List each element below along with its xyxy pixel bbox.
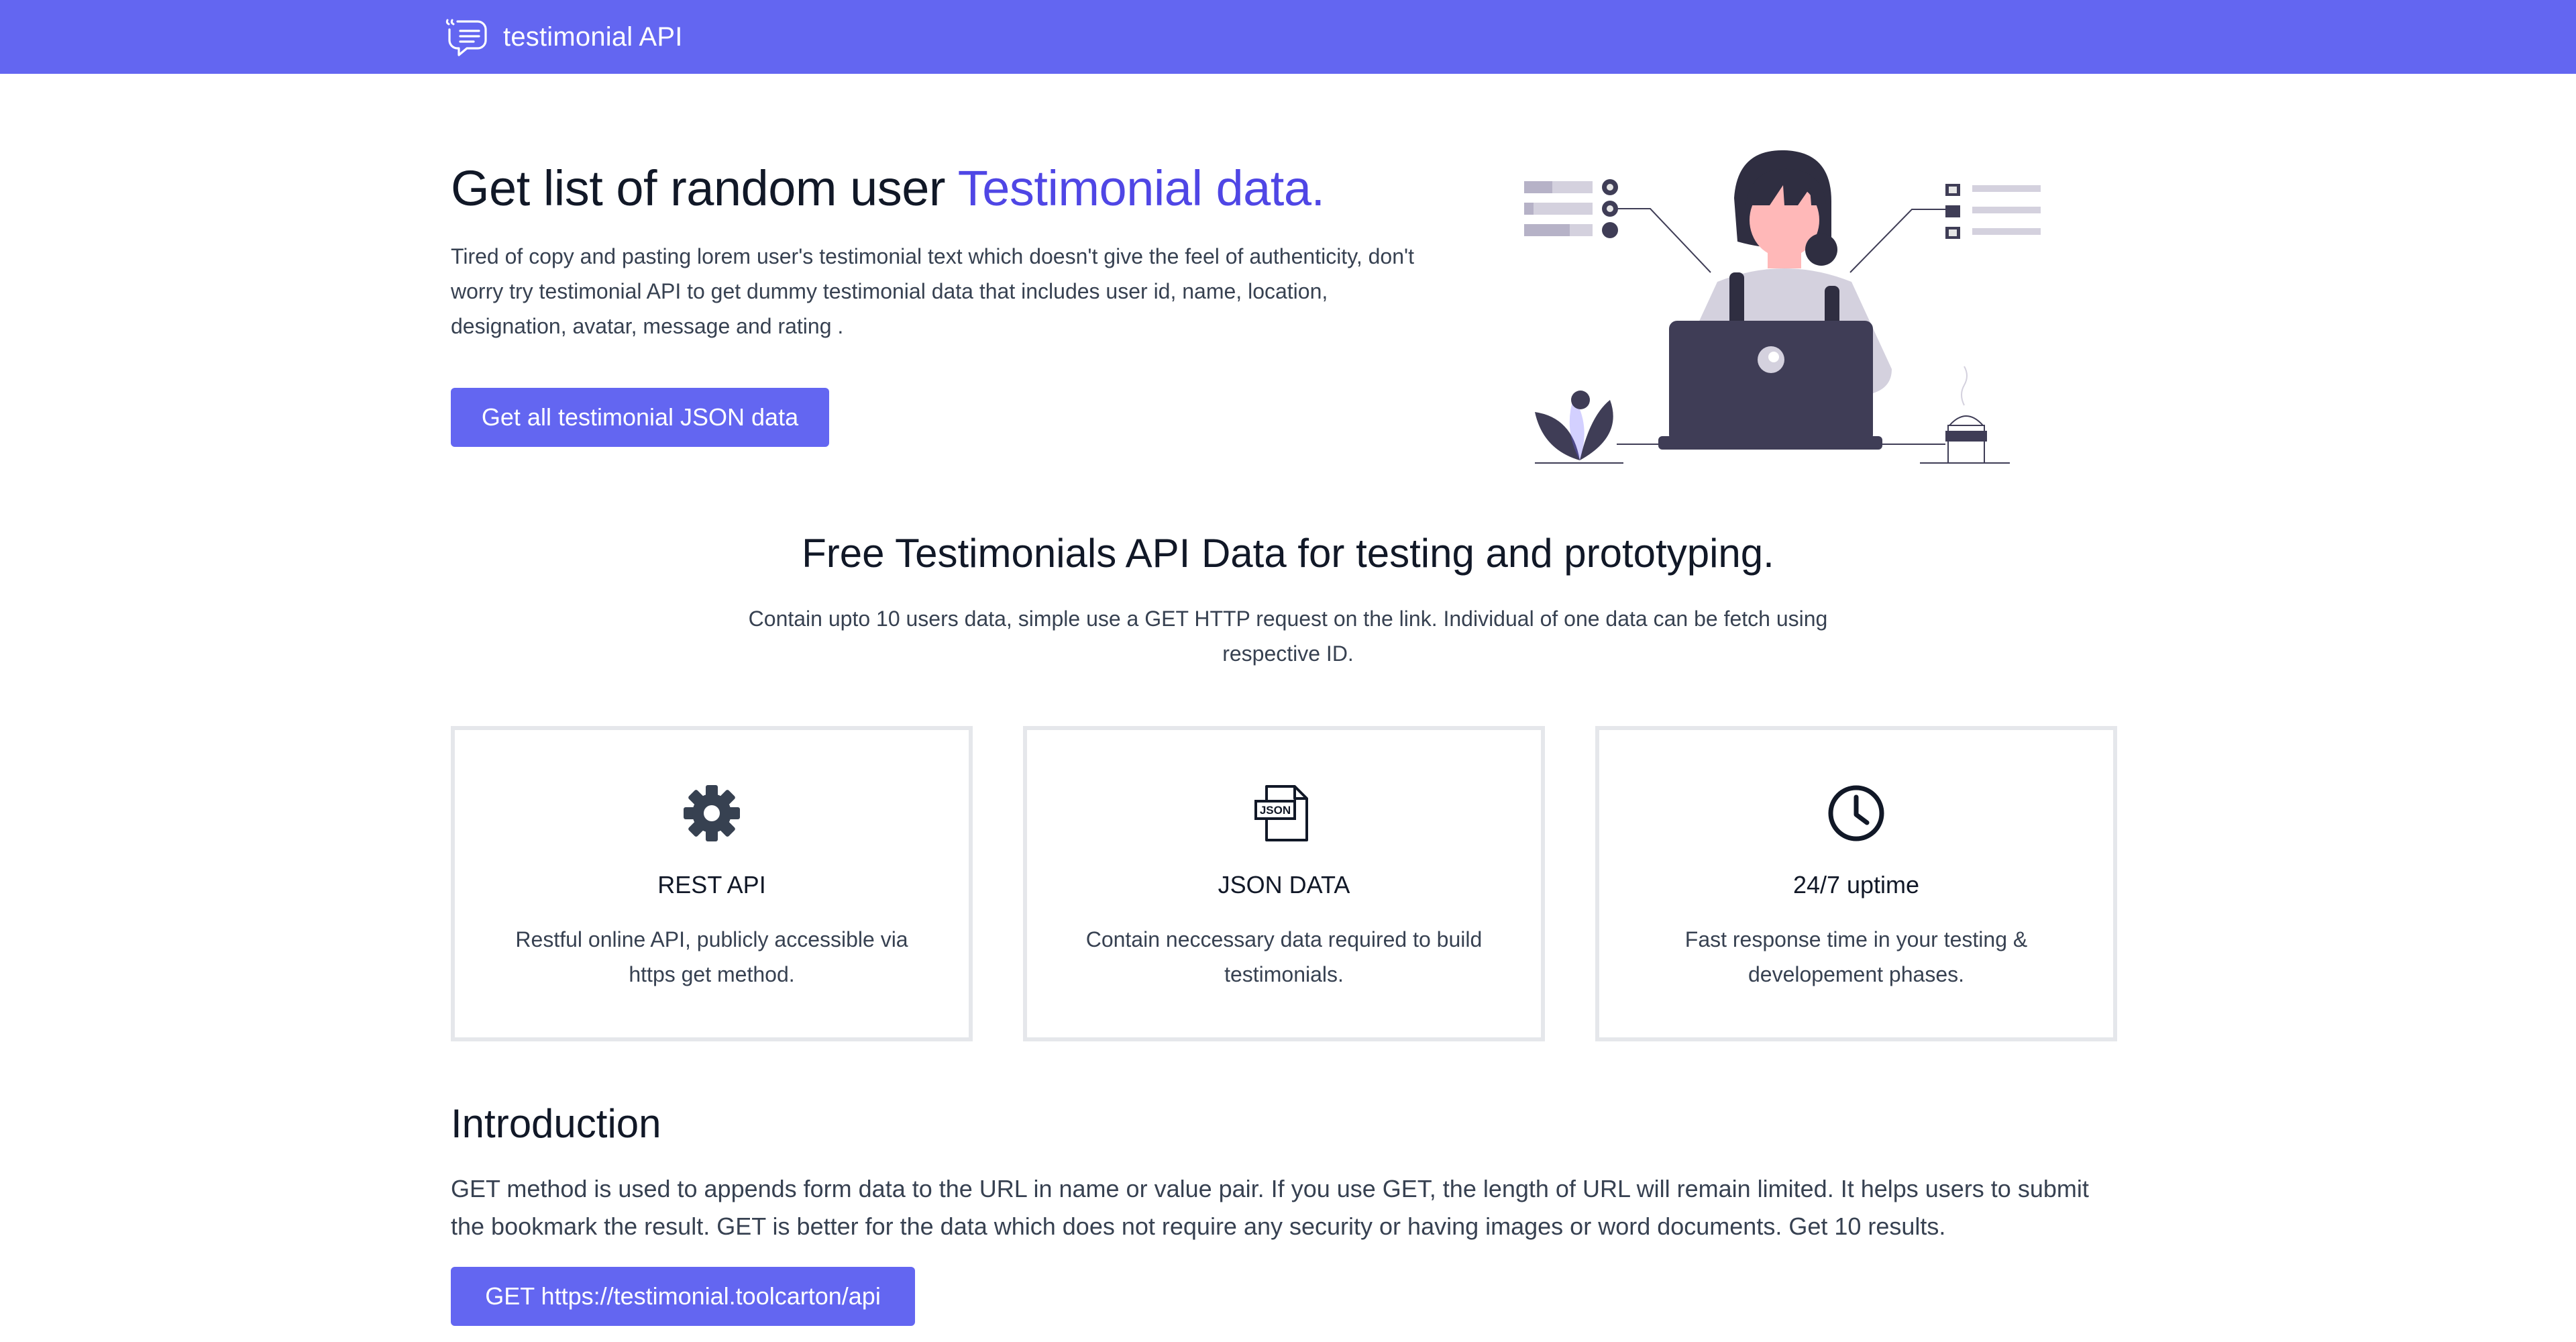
features-title: Free Testimonials API Data for testing a… [802, 531, 1774, 576]
feature-card-json-data: JSON JSON DATA Contain neccessary data r… [1023, 726, 1545, 1041]
json-icon-label: JSON [1260, 804, 1291, 817]
feature-card-uptime: 24/7 uptime Fast response time in your t… [1595, 726, 2117, 1041]
introduction-text: GET method is used to appends form data … [451, 1175, 2089, 1240]
speech-bubble-quote-icon [444, 15, 488, 59]
hero-title: Get list of random user Testimonial data… [451, 160, 1325, 217]
introduction-title: Introduction [451, 1101, 661, 1146]
brand-link[interactable]: testimonial API [444, 15, 683, 59]
feature-card-rest-api: REST API Restful online API, publicly ac… [451, 726, 973, 1041]
card-title: JSON DATA [1218, 871, 1350, 898]
get-all-json-button[interactable]: Get all testimonial JSON data [451, 388, 829, 447]
hero-title-main: Get list of random user [451, 160, 958, 216]
features-subtitle: Contain upto 10 users data, simple use a… [748, 607, 1828, 666]
get-api-url-button[interactable]: GET https://testimonial.toolcarton/api [451, 1267, 915, 1326]
card-text: Restful online API, publicly accessible … [515, 927, 908, 986]
card-text: Fast response time in your testing & dev… [1684, 927, 2028, 986]
card-title: 24/7 uptime [1792, 871, 1920, 898]
woman-working-on-laptop-illustration [1516, 141, 2053, 470]
card-text: Contain neccessary data required to buil… [1085, 927, 1483, 986]
card-title: REST API [657, 871, 766, 898]
clock-icon [1825, 782, 1887, 844]
hero-title-accent: Testimonial data. [957, 160, 1325, 216]
navbar: testimonial API [0, 0, 2576, 74]
gear-icon [681, 782, 743, 844]
brand-name: testimonial API [503, 21, 683, 52]
json-file-icon: JSON [1253, 782, 1315, 844]
hero-description: Tired of copy and pasting lorem user's t… [451, 244, 1414, 338]
